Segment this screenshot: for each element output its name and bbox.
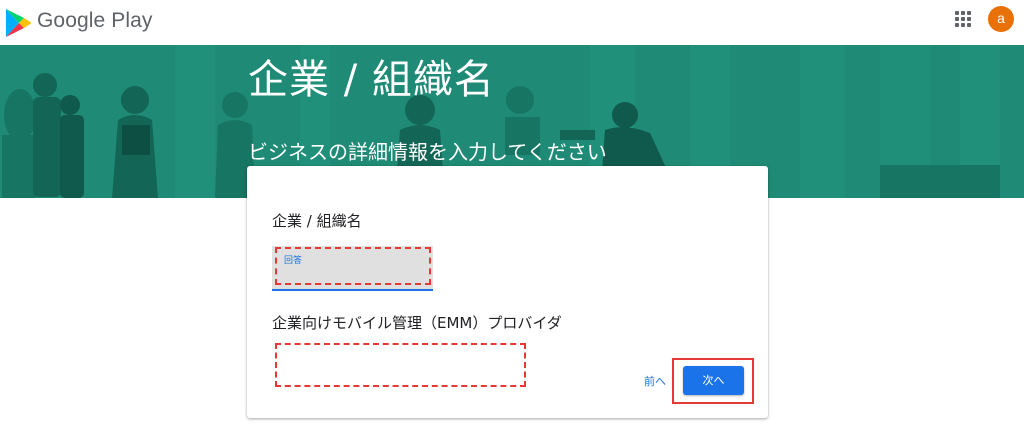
banner-title: 企業 / 組織名 [248,57,495,103]
company-name-label: 企業 / 組織名 [272,212,362,230]
company-name-input[interactable]: 回答 [272,246,433,291]
banner-subtitle: ビジネスの詳細情報を入力してください [248,140,607,164]
next-button[interactable]: 次へ [683,366,744,395]
emm-provider-input[interactable] [275,343,526,387]
company-name-placeholder: 回答 [284,256,303,266]
brand-name: Google Play [37,9,153,32]
form-card: 企業 / 組織名 回答 企業向けモバイル管理（EMM）プロバイダ 前へ 次へ [247,166,768,418]
account-avatar[interactable]: a [988,6,1014,32]
google-play-logo-icon[interactable] [4,8,32,38]
top-bar: Google Play a [0,0,1024,45]
back-link[interactable]: 前へ [644,373,666,389]
apps-grid-icon[interactable] [955,11,971,27]
emm-provider-label: 企業向けモバイル管理（EMM）プロバイダ [272,314,562,332]
